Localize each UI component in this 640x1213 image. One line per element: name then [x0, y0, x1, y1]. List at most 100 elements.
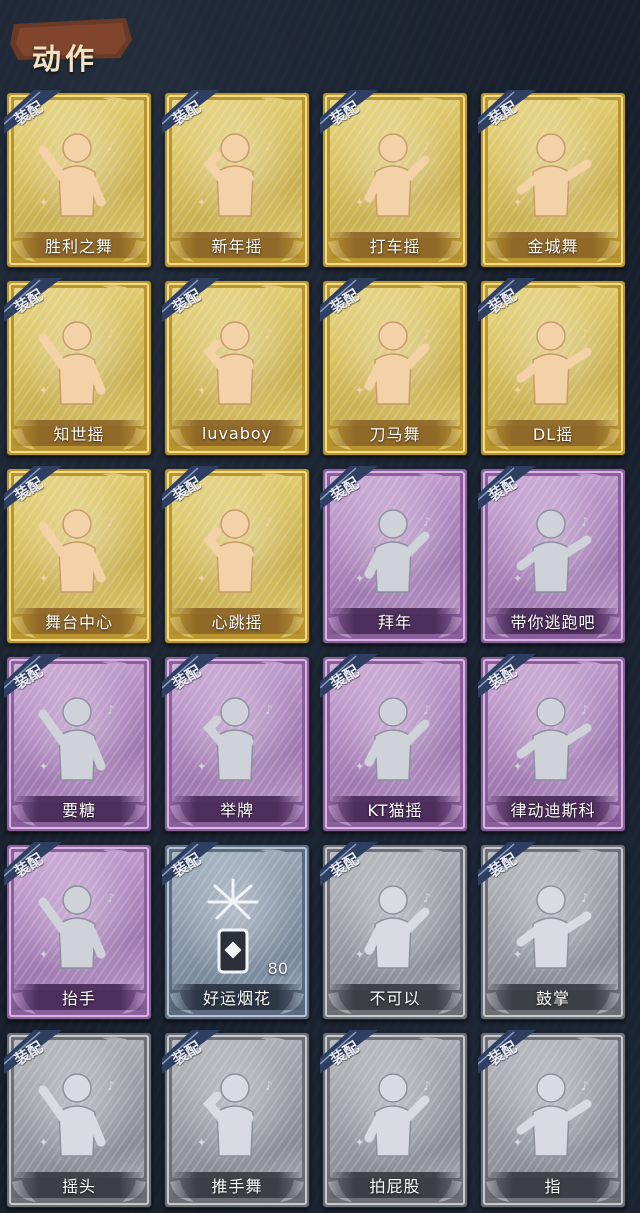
emote-name: 胜利之舞 — [12, 232, 146, 258]
equipped-badge: 装配 — [161, 90, 220, 134]
equipped-badge: 装配 — [477, 654, 536, 698]
emote-name: 举牌 — [170, 796, 304, 822]
svg-text:♪: ♪ — [423, 1079, 431, 1093]
equipped-badge: 装配 — [3, 278, 62, 322]
equipped-badge: 装配 — [319, 466, 378, 510]
svg-text:✦: ✦ — [355, 948, 364, 961]
svg-text:✦: ✦ — [513, 572, 522, 585]
svg-text:♪: ♪ — [423, 515, 431, 529]
svg-text:♪: ♪ — [107, 703, 115, 717]
emote-card[interactable]: ♪ ✦ 装配摇头 — [3, 1030, 152, 1208]
emote-name: 打车摇 — [328, 232, 462, 258]
equipped-badge: 装配 — [3, 1030, 62, 1074]
emote-card[interactable]: ♪ ✦ 装配 拍屁股 — [319, 1030, 468, 1208]
svg-text:♪: ♪ — [581, 515, 589, 529]
svg-text:♪: ♪ — [265, 703, 273, 717]
svg-text:✦: ✦ — [197, 196, 206, 209]
equipped-badge: 装配 — [3, 90, 62, 134]
emote-card[interactable]: ♪ ✦ 装配 胜利之舞 — [3, 90, 152, 268]
emote-card[interactable]: ♪ ✦ 装配 抬手 — [3, 842, 152, 1020]
dance-pose-icon: ♪ ✦ — [345, 1060, 445, 1174]
equipped-badge: 装配 — [161, 278, 220, 322]
svg-text:♪: ♪ — [107, 139, 115, 153]
dance-pose-icon: ♪ ✦ — [29, 872, 129, 986]
emote-card[interactable]: ♪ ✦ 装配 舞台中心 — [3, 466, 152, 644]
svg-text:✦: ✦ — [197, 760, 206, 773]
svg-text:✦: ✦ — [197, 1136, 206, 1149]
emote-name: 知世摇 — [12, 420, 146, 446]
emote-name: 摇头 — [12, 1172, 146, 1198]
dance-pose-icon: ♪ ✦ — [29, 1060, 129, 1174]
emote-name: 鼓掌 — [486, 984, 620, 1010]
equipped-badge: 装配 — [477, 466, 536, 510]
svg-text:✦: ✦ — [197, 384, 206, 397]
emote-card[interactable]: ♪ ✦ 装配知世摇 — [3, 278, 152, 456]
equipped-badge: 装配 — [477, 90, 536, 134]
emote-card[interactable]: ♪ ✦ 装配指 — [477, 1030, 626, 1208]
emote-card[interactable]: ♪ ✦ 装配 luvaboy — [161, 278, 310, 456]
dance-pose-icon: ♪ ✦ — [187, 120, 287, 234]
svg-text:♪: ♪ — [581, 139, 589, 153]
svg-text:✦: ✦ — [39, 760, 48, 773]
title-banner: 动作 — [10, 14, 134, 76]
dance-pose-icon: ♪ ✦ — [345, 308, 445, 422]
equipped-badge: 装配 — [477, 278, 536, 322]
svg-text:♪: ♪ — [107, 891, 115, 905]
emote-card[interactable]: ♪ ✦ 装配带你逃跑吧 — [477, 466, 626, 644]
svg-text:✦: ✦ — [39, 384, 48, 397]
item-count: 80 — [267, 959, 288, 978]
dance-pose-icon: ♪ ✦ — [503, 308, 603, 422]
emote-name: 金城舞 — [486, 232, 620, 258]
emote-name: luvaboy — [170, 420, 304, 446]
emote-name: 推手舞 — [170, 1172, 304, 1198]
emote-name: 律动迪斯科 — [486, 796, 620, 822]
emote-card[interactable]: ♪ ✦ 装配 律动迪斯科 — [477, 654, 626, 832]
svg-text:✦: ✦ — [513, 948, 522, 961]
equipped-badge: 装配 — [319, 842, 378, 886]
svg-text:✦: ✦ — [355, 760, 364, 773]
dance-pose-icon: ♪ ✦ — [345, 496, 445, 610]
emote-name: 拜年 — [328, 608, 462, 634]
emote-card[interactable]: ♪ ✦ 装配 新年摇 — [161, 90, 310, 268]
emote-card[interactable]: ♪ ✦ 装配打车摇 — [319, 90, 468, 268]
emote-card[interactable]: ♪ ✦ 装配 金城舞 — [477, 90, 626, 268]
emote-card[interactable]: ♪ ✦ 装配 刀马舞 — [319, 278, 468, 456]
equipped-badge: 装配 — [161, 1030, 220, 1074]
emote-card[interactable]: ♪ ✦ 装配拜年 — [319, 466, 468, 644]
equipped-badge: 装配 — [3, 654, 62, 698]
svg-text:♪: ♪ — [265, 139, 273, 153]
dance-pose-icon: ♪ ✦ — [503, 872, 603, 986]
dance-pose-icon: ♪ ✦ — [503, 496, 603, 610]
equipped-badge: 装配 — [3, 842, 62, 886]
dance-pose-icon: ♪ ✦ — [187, 684, 287, 798]
emote-card[interactable]: ♪ ✦ 装配 心跳摇 — [161, 466, 310, 644]
equipped-badge: 装配 — [161, 466, 220, 510]
emote-card[interactable]: 装配 好运烟花 80 — [161, 842, 310, 1020]
svg-text:✦: ✦ — [197, 572, 206, 585]
emote-card[interactable]: ♪ ✦ 装配鼓掌 — [477, 842, 626, 1020]
svg-text:♪: ♪ — [581, 703, 589, 717]
dance-pose-icon: ♪ ✦ — [29, 308, 129, 422]
equipped-badge: 装配 — [161, 654, 220, 698]
svg-text:✦: ✦ — [355, 196, 364, 209]
emote-card[interactable]: ♪ ✦ 装配 要糖 — [3, 654, 152, 832]
emote-card[interactable]: ♪ ✦ 装配 KT猫摇 — [319, 654, 468, 832]
svg-text:✦: ✦ — [513, 1136, 522, 1149]
emote-name: 好运烟花 — [170, 984, 304, 1010]
svg-text:♪: ♪ — [581, 327, 589, 341]
emote-name: 拍屁股 — [328, 1172, 462, 1198]
emote-card[interactable]: ♪ ✦ 装配 DL摇 — [477, 278, 626, 456]
svg-text:✦: ✦ — [39, 1136, 48, 1149]
emote-card[interactable]: ♪ ✦ 装配 不可以 — [319, 842, 468, 1020]
equipped-badge: 装配 — [477, 842, 536, 886]
emote-card[interactable]: ♪ ✦ 装配推手舞 — [161, 1030, 310, 1208]
equipped-badge: 装配 — [319, 90, 378, 134]
svg-text:♪: ♪ — [265, 1079, 273, 1093]
dance-pose-icon: ♪ ✦ — [345, 120, 445, 234]
dance-pose-icon: ♪ ✦ — [503, 1060, 603, 1174]
svg-text:✦: ✦ — [355, 384, 364, 397]
emote-card[interactable]: ♪ ✦ 装配举牌 — [161, 654, 310, 832]
svg-text:♪: ♪ — [423, 891, 431, 905]
svg-text:♪: ♪ — [107, 1079, 115, 1093]
emote-name: 带你逃跑吧 — [486, 608, 620, 634]
